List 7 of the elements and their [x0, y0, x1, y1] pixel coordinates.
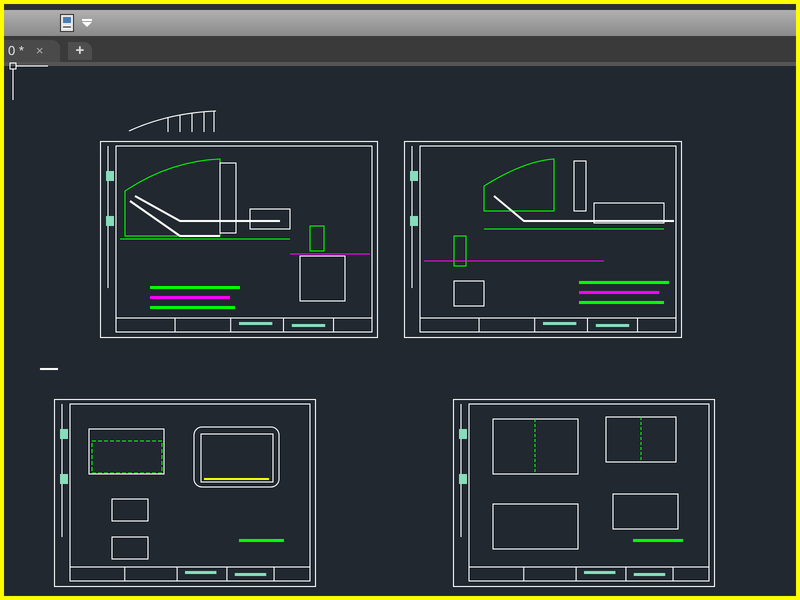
- close-tab-button[interactable]: ×: [36, 41, 44, 61]
- dash-mark: [40, 368, 58, 370]
- new-tab-button[interactable]: +: [68, 42, 92, 60]
- drawing-properties-icon[interactable]: [60, 14, 74, 32]
- dropdown-icon[interactable]: [82, 19, 92, 27]
- file-tab[interactable]: 0 * ×: [4, 40, 60, 62]
- tab-label: 0 *: [8, 42, 24, 60]
